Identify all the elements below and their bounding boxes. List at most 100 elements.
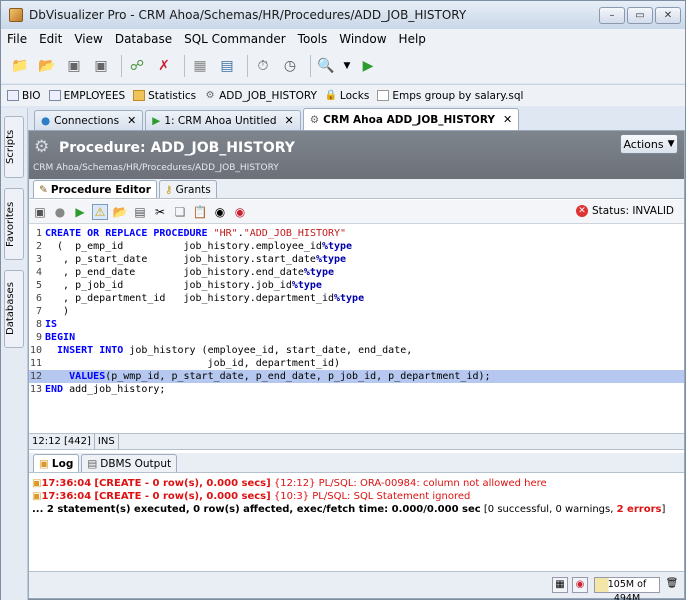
history-icon[interactable]: ◷ <box>279 55 301 77</box>
tab-dbms-output[interactable]: ▤ DBMS Output <box>81 454 178 472</box>
menu-view[interactable]: View <box>68 32 108 46</box>
tab-connections[interactable]: ● Connections ✕ <box>34 110 144 130</box>
maximize-button[interactable]: ▭ <box>627 7 653 24</box>
trash-icon[interactable]: 🗑 <box>664 577 680 593</box>
code-line: 1 CREATE OR REPLACE PROCEDURE "HR"."ADD_J… <box>35 228 347 239</box>
menu-tools[interactable]: Tools <box>292 32 334 46</box>
save-icon[interactable]: ▣ <box>63 55 85 77</box>
cut-icon[interactable]: ✂ <box>152 204 168 220</box>
memory-indicator[interactable]: 105M of 494M <box>594 577 660 600</box>
menu-sql-commander[interactable]: SQL Commander <box>178 32 292 46</box>
table-icon: ​ <box>48 90 61 101</box>
side-tab-scripts[interactable]: Scripts <box>4 116 24 178</box>
folder-icon: ​ <box>133 90 146 101</box>
open-folder-icon[interactable]: 📁 <box>9 55 31 77</box>
refresh-icon[interactable]: ▦ <box>189 55 211 77</box>
status-label: Status: INVALID <box>591 205 674 217</box>
caret-position: 12:12 [442] <box>29 434 95 449</box>
disconnect-icon[interactable]: ✗ <box>153 55 175 77</box>
code-line: 13 END add_job_history; <box>29 384 166 395</box>
menu-help[interactable]: Help <box>393 32 432 46</box>
log-panel: ▣17:36:04 [CREATE - 0 row(s), 0.000 secs… <box>29 474 684 570</box>
procedure-icon: ⚙ <box>309 113 320 126</box>
log-entry: ▣17:36:04 [CREATE - 0 row(s), 0.000 secs… <box>32 478 547 489</box>
tab-log[interactable]: ▣ Log <box>33 454 80 472</box>
code-line: 11 job_id, department_id) <box>29 358 341 369</box>
favorite-item[interactable]: ​BIO <box>7 90 41 102</box>
log-tab-bar: ▣ Log ▤ DBMS Output <box>29 453 684 473</box>
tab-grants[interactable]: ⚷ Grants <box>158 180 217 198</box>
app-icon <box>9 8 23 22</box>
code-line: 9 BEGIN <box>35 332 76 343</box>
find-icon[interactable]: ◉ <box>212 204 228 220</box>
side-tab-favorites[interactable]: Favorites <box>4 188 24 260</box>
globe-icon: ● <box>41 114 51 127</box>
code-line: 3 , p_start_date job_history.start_date%… <box>35 254 347 265</box>
favorite-item[interactable]: ⚙ ADD_JOB_HISTORY <box>204 90 317 102</box>
sql-run-icon: ▶ <box>152 114 161 127</box>
code-line: 4 , p_end_date job_history.end_date%type <box>35 267 334 278</box>
menu-edit[interactable]: Edit <box>33 32 68 46</box>
code-line: 2 ( p_emp_id job_history.employee_id%typ… <box>35 241 353 252</box>
code-line: 12 VALUES(p_wmp_id, p_start_date, p_end_… <box>29 370 684 383</box>
save-all-icon[interactable]: ▣ <box>90 55 112 77</box>
execute-icon[interactable]: ▶ <box>357 55 379 77</box>
error-indicator-icon[interactable]: ◉ <box>572 577 588 593</box>
favorite-item[interactable]: ​EMPLOYEES <box>48 90 125 102</box>
main-toolbar: 📁 📂 ▣ ▣ ☍ ✗ ▦ ▤ ⏱ ◷ 🔍 ▼ ▶ <box>1 49 685 83</box>
page-title: Procedure: ADD_JOB_HISTORY <box>59 140 295 156</box>
application-window: DbVisualizer Pro - CRM Ahoa/Schemas/HR/P… <box>0 0 686 600</box>
bottom-status-bar: ▦ ◉ 105M of 494M 🗑 <box>29 571 684 600</box>
open-recent-icon[interactable]: 📂 <box>36 55 58 77</box>
close-tab-icon[interactable]: ✕ <box>285 114 294 127</box>
close-tab-icon[interactable]: ✕ <box>503 113 512 126</box>
code-line: 8 IS <box>35 319 58 330</box>
code-line: 6 , p_department_id job_history.departme… <box>35 293 365 304</box>
save-icon[interactable]: ▣ <box>32 204 48 220</box>
status-indicator: ✕ Status: INVALID <box>575 205 674 217</box>
minimize-button[interactable]: – <box>599 7 625 24</box>
dropdown-arrow-icon[interactable]: ▼ <box>342 55 352 77</box>
find-next-icon[interactable]: ◉ <box>232 204 248 220</box>
favorite-item[interactable]: ​Emps group by salary.sql <box>377 90 523 102</box>
layout-icon[interactable]: ▦ <box>552 577 568 593</box>
sub-tab-bar: ✎ Procedure Editor ⚷ Grants <box>29 179 684 199</box>
table-icon: ​ <box>7 90 19 101</box>
run-icon[interactable]: ▶ <box>72 204 88 220</box>
actions-button[interactable]: Actions ▼ <box>620 134 678 154</box>
close-button[interactable]: ✕ <box>655 7 681 24</box>
close-tab-icon[interactable]: ✕ <box>127 114 136 127</box>
favorite-item[interactable]: ​Statistics <box>133 90 196 102</box>
search-icon[interactable]: 🔍 <box>315 55 337 77</box>
object-view: ⚙ Procedure: ADD_JOB_HISTORY CRM Ahoa/Sc… <box>28 130 685 600</box>
properties-icon[interactable]: ▤ <box>216 55 238 77</box>
stopwatch-icon[interactable]: ⏱ <box>252 55 274 77</box>
menu-database[interactable]: Database <box>109 32 178 46</box>
title-bar: DbVisualizer Pro - CRM Ahoa/Schemas/HR/P… <box>1 1 685 29</box>
code-line: 10 INSERT INTO job_history (employee_id,… <box>29 345 413 356</box>
paste-icon[interactable]: 📋 <box>192 204 208 220</box>
side-tab-databases[interactable]: Databases <box>4 270 24 348</box>
tab-procedure-editor[interactable]: ✎ Procedure Editor <box>33 180 157 198</box>
open-file-icon[interactable]: 📂 <box>112 204 128 220</box>
side-tab-bar: Scripts Favorites Databases <box>1 108 28 600</box>
lock-icon: 🔒 <box>324 90 338 101</box>
tab-untitled[interactable]: ▶ 1: CRM Ahoa Untitled ✕ <box>145 110 301 130</box>
code-line: 7 ) <box>35 306 70 317</box>
caret-status-bar: 12:12 [442] INS <box>29 433 684 450</box>
copy-icon[interactable]: ❏ <box>172 204 188 220</box>
menu-window[interactable]: Window <box>333 32 392 46</box>
pencil-icon: ✎ <box>39 183 48 196</box>
stop-icon[interactable]: ● <box>52 204 68 220</box>
warning-icon[interactable]: ⚠ <box>92 203 108 220</box>
favorite-item[interactable]: 🔒 Locks <box>325 90 369 102</box>
tab-add-job-history[interactable]: ⚙ CRM Ahoa ADD_JOB_HISTORY ✕ <box>302 108 520 130</box>
menu-bar: File Edit View Database SQL Commander To… <box>1 29 685 49</box>
log-entry: ▣17:36:04 [CREATE - 0 row(s), 0.000 secs… <box>32 491 471 502</box>
code-editor[interactable]: 1 CREATE OR REPLACE PROCEDURE "HR"."ADD_J… <box>29 225 684 432</box>
save-file-icon[interactable]: ▤ <box>132 204 148 220</box>
connect-icon[interactable]: ☍ <box>126 55 148 77</box>
menu-file[interactable]: File <box>1 32 33 46</box>
breadcrumb: CRM Ahoa/Schemas/HR/Procedures/ADD_JOB_H… <box>33 163 279 173</box>
procedure-icon: ⚙ <box>205 90 215 101</box>
